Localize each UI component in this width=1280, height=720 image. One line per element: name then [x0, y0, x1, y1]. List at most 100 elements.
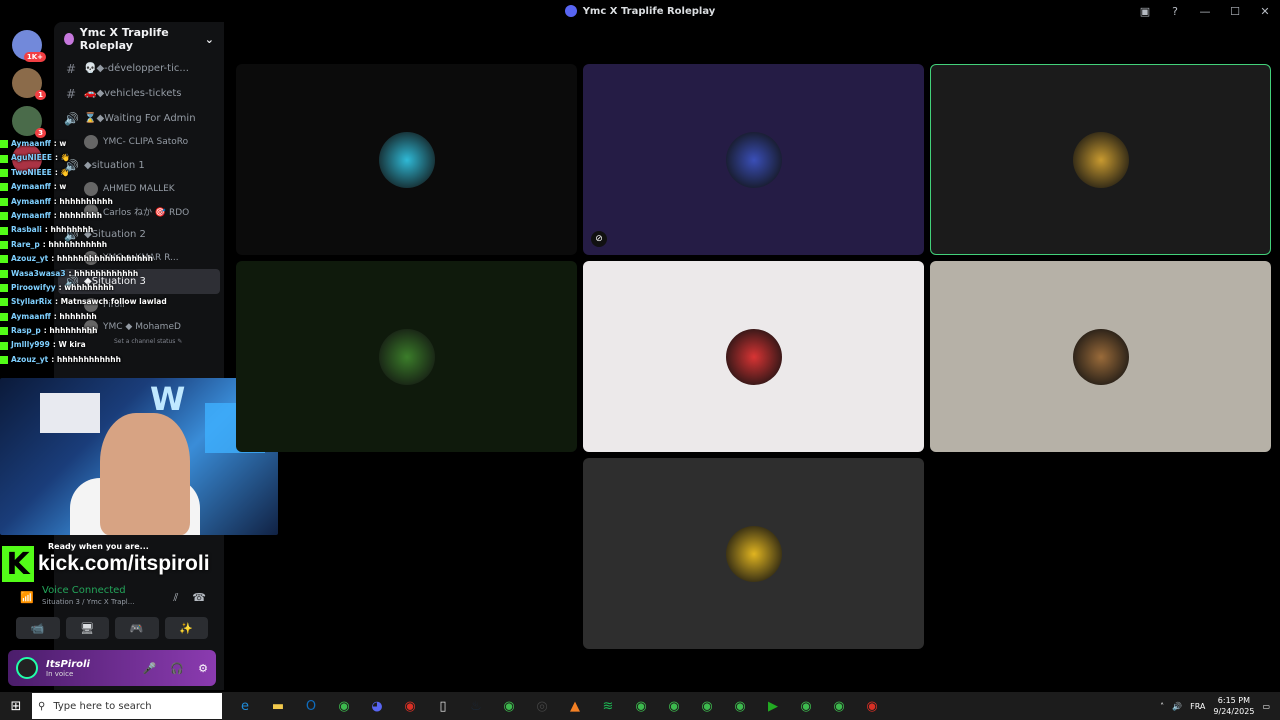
chat-username: AguNIEEE [11, 153, 52, 163]
chat-text: : hhhhhhhhhhh [42, 239, 108, 249]
outlook-icon[interactable]: O [300, 695, 322, 717]
file-explorer-icon[interactable]: ▬ [267, 695, 289, 717]
taskbar-search[interactable]: ⚲ Type here to search [32, 693, 222, 719]
obs-icon[interactable]: ◎ [531, 695, 553, 717]
avatar [1072, 328, 1129, 385]
participant-tile[interactable] [583, 261, 924, 452]
clock[interactable]: 6:15 PM 9/24/2025 [1213, 695, 1254, 717]
inbox-icon[interactable]: ▣ [1130, 5, 1160, 18]
spotify-icon[interactable]: ≋ [597, 695, 619, 717]
kick-logo-icon: K [2, 546, 34, 582]
chat-username: Jmllly999 [11, 340, 50, 350]
chat-text: : hhhhhhh [53, 311, 97, 321]
language-indicator[interactable]: FRA [1190, 702, 1205, 711]
headphones-icon[interactable]: 🎧 [170, 662, 184, 675]
chrome-icon[interactable]: ◉ [696, 695, 718, 717]
user-status: In voice [46, 669, 74, 678]
chrome-icon[interactable]: ◉ [498, 695, 520, 717]
chevron-down-icon: ⌄ [204, 32, 214, 46]
chrome-icon[interactable]: ◉ [630, 695, 652, 717]
participant-tile[interactable] [236, 261, 577, 452]
unread-badge: 1K+ [23, 52, 46, 62]
server-icon[interactable]: 1 [12, 68, 46, 100]
chat-message: Wasa3wasa3: hhhhhhhhhhhh [0, 267, 230, 281]
avatar [725, 525, 782, 582]
chat-text: : hhhhhhhhhh [53, 196, 113, 206]
user-info[interactable]: ItsPiroli In voice [46, 659, 90, 678]
hash-icon: # [65, 61, 77, 76]
text-channel[interactable]: # 💀◆-développer-tic... [54, 56, 224, 81]
kick-url: kick.com/itspiroli [38, 552, 210, 575]
file-icon[interactable]: ▯ [432, 695, 454, 717]
server-logo-icon [564, 5, 577, 17]
volume-icon[interactable]: 🔊 [1172, 702, 1182, 711]
server-icon[interactable]: 3 [12, 106, 46, 138]
participant-tile[interactable]: ⊘ [583, 64, 924, 255]
participant-tile[interactable] [930, 261, 1271, 452]
soundboard-button[interactable]: ✨ [164, 617, 208, 639]
screenshare-button[interactable]: 🖥 [65, 617, 109, 639]
server-icon[interactable]: 1K+ [12, 30, 46, 62]
steam-icon[interactable]: ♨ [465, 695, 487, 717]
chat-username: TwoNIEEE [11, 167, 52, 177]
chat-username: Azouz_yt [11, 354, 49, 364]
voice-channel[interactable]: 🔊 ⌛◆Waiting For Admin [54, 106, 224, 131]
clock-date: 9/24/2025 [1213, 707, 1255, 716]
participant-tile[interactable] [236, 64, 577, 255]
chat-username: Rasbali [11, 225, 42, 235]
chat-username: Azouz_yt [11, 254, 49, 264]
chat-message: Rare_p: hhhhhhhhhhh [0, 238, 230, 252]
server-header[interactable]: Ymc X Traplife Roleplay ⌄ [54, 22, 224, 56]
disconnect-icon[interactable]: ☎ [192, 591, 206, 605]
chrome-icon[interactable]: ◉ [729, 695, 751, 717]
activity-button[interactable]: 🎮 [115, 617, 159, 639]
monitor-shape [40, 393, 100, 433]
minimize-button[interactable]: — [1190, 5, 1220, 18]
chat-text: : hhhhhhhhhhhh [68, 268, 139, 278]
tray-chevron-icon[interactable]: ˄ [1160, 702, 1164, 711]
maximize-button[interactable]: ☐ [1220, 5, 1250, 18]
chat-username: Aymaanff [11, 311, 51, 321]
user-panel: ItsPiroli In voice 🎤 🎧 ⚙ [8, 650, 216, 686]
chrome-icon[interactable]: ◉ [795, 695, 817, 717]
discord-icon[interactable]: ◕ [366, 695, 388, 717]
stream-chat-overlay: Aymaanff: w AguNIEEE: 👋 TwoNIEEE: 👋 Aymaanf… [0, 137, 230, 367]
chat-text: : Matnsawch follow lawlad [54, 297, 167, 307]
participant-tile[interactable] [583, 458, 924, 649]
kick-badge-icon [0, 327, 8, 336]
noise-suppression-icon[interactable]: ⫽ [173, 591, 178, 605]
chat-username: Aymaanff [11, 182, 51, 192]
chat-text: : hhhhhhhhh [43, 326, 98, 336]
voice-action-buttons: 📹 🖥 🎮 ✨ [8, 617, 216, 639]
game-icon[interactable]: ▶ [762, 695, 784, 717]
signal-icon[interactable]: 📶 [20, 591, 34, 605]
avatar[interactable] [16, 657, 38, 679]
avatar [725, 328, 782, 385]
kick-badge-icon [0, 140, 8, 149]
app-icon[interactable]: ▲ [564, 695, 586, 717]
chat-text: : hhhhhhhh [44, 225, 94, 235]
camera-button[interactable]: 📹 [16, 617, 60, 639]
microphone-icon[interactable]: 🎤 [143, 662, 157, 675]
kick-badge-icon [0, 226, 8, 235]
chrome-icon[interactable]: ◉ [861, 695, 883, 717]
kick-badge-icon [0, 341, 8, 350]
windows-start-icon[interactable]: ⊞ [0, 699, 32, 714]
chat-message: Aymaanff: hhhhhhhhhh [0, 195, 230, 209]
kick-badge-icon [0, 197, 8, 206]
edge-icon[interactable]: e [234, 695, 256, 717]
close-button[interactable]: ✕ [1250, 5, 1280, 18]
chrome-icon[interactable]: ◉ [663, 695, 685, 717]
chrome-icon[interactable]: ◉ [399, 695, 421, 717]
chat-text: : hhhhhhhhhhhh [51, 354, 121, 364]
chrome-icon[interactable]: ◉ [828, 695, 850, 717]
kick-banner: K kick.com/itspiroli Ready when you are.… [2, 542, 210, 583]
chat-message: Rasp_p: hhhhhhhhh [0, 324, 230, 338]
participant-tile[interactable] [930, 64, 1271, 255]
text-channel[interactable]: # 🚗◆vehicles-tickets [54, 81, 224, 106]
gear-icon[interactable]: ⚙ [198, 662, 208, 675]
chat-message: AguNIEEE: 👋 [0, 151, 230, 165]
help-icon[interactable]: ? [1160, 5, 1190, 18]
chrome-icon[interactable]: ◉ [333, 695, 355, 717]
notifications-icon[interactable]: ▭ [1262, 702, 1270, 711]
